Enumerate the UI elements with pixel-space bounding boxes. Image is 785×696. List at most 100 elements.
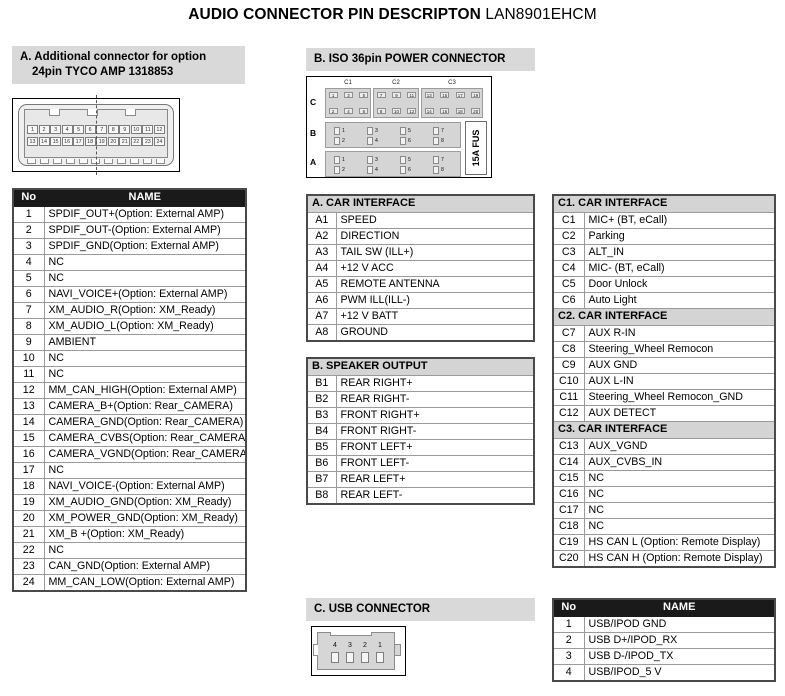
- group-header-label: C2. CAR INTERFACE: [552, 307, 776, 326]
- iso-row-label-b: B: [310, 128, 317, 138]
- pin-number: C15: [552, 469, 585, 487]
- pin-number: 4: [552, 663, 585, 681]
- table-row: B7 REAR LEFT+: [306, 470, 535, 488]
- connector-a-pin-20: 20: [107, 137, 119, 146]
- table-row: 14 CAMERA_GND(Option: Rear_CAMERA): [12, 413, 247, 431]
- iso-pin-13: 13: [424, 92, 434, 98]
- table-row: 16 CAMERA_VGND(Option: Rear_CAMERA): [12, 445, 247, 463]
- table-row: 13 CAMERA_B+(Option: Rear_CAMERA): [12, 397, 247, 415]
- table-row: 18 NAVI_VOICE-(Option: External AMP): [12, 477, 247, 495]
- table-row: C15 NC: [552, 469, 776, 487]
- iso-pin-18: 18: [455, 108, 465, 114]
- table-row: B8 REAR LEFT-: [306, 486, 535, 504]
- iso-b-pin-4: [367, 137, 373, 145]
- pin-name: XM_AUDIO_L(Option: XM_Ready): [43, 317, 247, 335]
- connector-a-pin-21: 21: [119, 137, 131, 146]
- iso-block-a: 1 2 3 4 5 6 7 8: [325, 151, 461, 177]
- table-header-row: No NAME: [12, 188, 247, 207]
- pin-name: TAIL SW (ILL+): [335, 243, 535, 261]
- fuse-label: 15A FUS: [471, 129, 481, 167]
- pin-name: REMOTE ANTENNA: [335, 275, 535, 293]
- pin-number: 1: [552, 615, 585, 633]
- speaker-output-table: B. SPEAKER OUTPUT B1 REAR RIGHT+ B2 REAR RIG…: [306, 357, 535, 505]
- pin-name: NC: [583, 501, 776, 519]
- column-header-name: NAME: [43, 188, 247, 207]
- usb-pin-table: No NAME 1 USB/IPOD GND 2 USB D+/IPOD_RX 3 USB…: [552, 598, 776, 682]
- pin-name: REAR RIGHT-: [335, 390, 535, 408]
- table-row: 2 SPDIF_OUT-(Option: External AMP): [12, 221, 247, 239]
- pin-number: 17: [12, 461, 45, 479]
- pin-number: B8: [306, 486, 337, 504]
- pin-name: NC: [583, 485, 776, 503]
- connector-a-tab: [39, 159, 49, 164]
- pin-name: CAMERA_B+(Option: Rear_CAMERA): [43, 397, 247, 415]
- connector-a-pin-13: 13: [27, 137, 38, 146]
- connector-a-pin-12: 12: [153, 125, 165, 134]
- connector-a-pin-11: 11: [142, 125, 154, 134]
- pin-number: C10: [552, 372, 585, 390]
- table-row: C10 AUX L-IN: [552, 372, 776, 390]
- usb-pin-2-label: 2: [363, 642, 367, 649]
- pin-name: CAN_GND(Option: External AMP): [43, 557, 247, 575]
- table-row: 10 NC: [12, 349, 247, 367]
- iso-a-pin-6-label: 6: [408, 167, 411, 173]
- connector-a-notch-left: [49, 109, 60, 116]
- pin-name: NC: [583, 517, 776, 535]
- iso-pin-5: 5: [359, 92, 369, 98]
- iso-pin-17: 17: [455, 92, 465, 98]
- pin-name: AUX_CVBS_IN: [583, 453, 776, 471]
- table-row: B5 FRONT LEFT+: [306, 438, 535, 456]
- iso-a-pin-8-label: 8: [441, 167, 444, 173]
- table-row: C19 HS CAN L (Option: Remote Display): [552, 533, 776, 551]
- iso-b-pin-6-label: 6: [408, 138, 411, 144]
- pin-name: GROUND: [335, 323, 535, 341]
- table-row: C16 NC: [552, 485, 776, 503]
- connector-a-pin-22: 22: [130, 137, 142, 146]
- pin-name: NC: [43, 541, 247, 559]
- connector-a-pin-10: 10: [130, 125, 142, 134]
- pin-number: 23: [12, 557, 45, 575]
- table-row: B6 FRONT LEFT-: [306, 454, 535, 472]
- iso-block-b: 1 2 3 4 5 6 7 8: [325, 122, 461, 148]
- table-row: C9 AUX GND: [552, 356, 776, 374]
- pin-number: C13: [552, 437, 585, 455]
- pin-name: HS CAN H (Option: Remote Display): [583, 549, 776, 567]
- table-row: C20 HS CAN H (Option: Remote Display): [552, 549, 776, 567]
- iso-b-pin-3-label: 3: [375, 128, 378, 134]
- table-row: A3 TAIL SW (ILL+): [306, 243, 535, 261]
- pin-number: A3: [306, 243, 337, 261]
- table-row: C13 AUX_VGND: [552, 437, 776, 455]
- iso-b-pin-5-label: 5: [408, 128, 411, 134]
- pin-name: Steering_Wheel Remocon: [583, 340, 776, 358]
- group-header-row: A. CAR INTERFACE: [306, 194, 535, 213]
- section-a-header: A. Additional connector for option 24pin…: [12, 46, 245, 84]
- table-row: C7 AUX R-IN: [552, 324, 776, 342]
- section-c-usb-header: C. USB CONNECTOR: [306, 598, 535, 621]
- pin-name: SPDIF_OUT-(Option: External AMP): [43, 221, 247, 239]
- table-row: B2 REAR RIGHT-: [306, 390, 535, 408]
- connector-a-tab: [27, 159, 36, 164]
- iso-pin-1: 1: [328, 92, 338, 98]
- connector-a-tab: [130, 159, 140, 164]
- connector-a-pin-19: 19: [96, 137, 108, 146]
- pin-number: 19: [12, 493, 45, 511]
- pin-name: MIC- (BT, eCall): [583, 259, 776, 277]
- iso-col-label-c2: C2: [392, 80, 400, 86]
- pin-number: C18: [552, 517, 585, 535]
- pin-number: B7: [306, 470, 337, 488]
- pin-number: 24: [12, 573, 45, 591]
- pin-name: CAMERA_CVBS(Option: Rear_CAMERA): [43, 429, 247, 447]
- connector-a-tab: [52, 159, 62, 164]
- table-row: 19 XM_AUDIO_GND(Option: XM_Ready): [12, 493, 247, 511]
- pin-name: MIC+ (BT, eCall): [583, 211, 776, 229]
- pin-number: C17: [552, 501, 585, 519]
- pin-number: 10: [12, 349, 45, 367]
- usb-pin-4-label: 4: [333, 642, 337, 649]
- table-row: C18 NC: [552, 517, 776, 535]
- group-header-label: C1. CAR INTERFACE: [552, 194, 776, 213]
- pin-number: 4: [12, 253, 45, 271]
- connector-a-tab: [65, 159, 75, 164]
- iso-block-c2: 7 8 9 10 11 12: [373, 88, 419, 118]
- iso-b-pin-2: [334, 137, 340, 145]
- connector-a-tab: [104, 159, 114, 164]
